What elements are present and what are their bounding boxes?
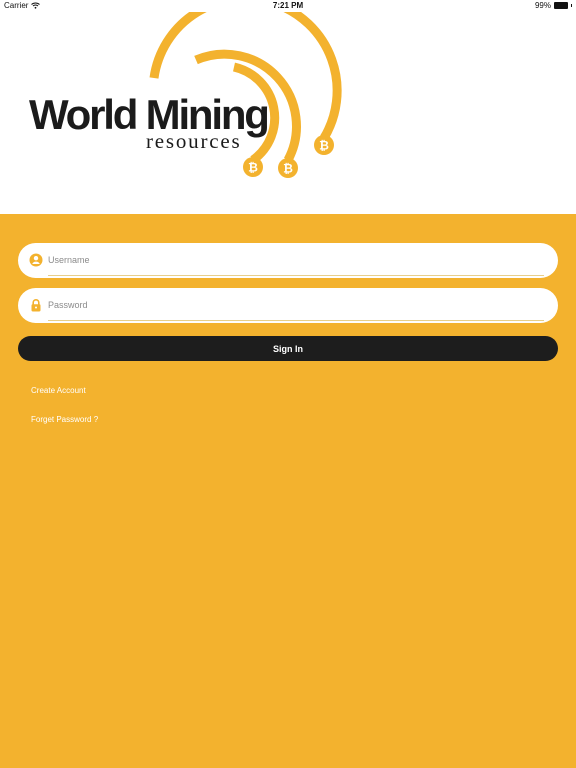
- username-input[interactable]: [48, 247, 538, 273]
- logo-subtitle: resources: [146, 129, 242, 153]
- battery-icon: [554, 2, 568, 9]
- bitcoin-symbol: ₿: [319, 139, 329, 153]
- clock: 7:21 PM: [272, 1, 304, 10]
- password-input[interactable]: [48, 292, 538, 318]
- login-panel: Sign In Create Account Forget Password ?: [0, 214, 576, 768]
- password-underline: [48, 320, 544, 321]
- status-right: 99%: [535, 1, 572, 10]
- bitcoin-symbol: ₿: [248, 161, 258, 175]
- battery-fill: [555, 3, 567, 8]
- status-bar: Carrier 7:21 PM 99%: [0, 0, 576, 12]
- battery-tip: [571, 4, 572, 7]
- create-account-link[interactable]: Create Account: [31, 386, 86, 395]
- username-underline: [48, 275, 544, 276]
- username-field[interactable]: [18, 243, 558, 278]
- lock-icon: [31, 299, 41, 312]
- battery-percent: 99%: [534, 1, 551, 10]
- password-field[interactable]: [18, 288, 558, 323]
- bitcoin-symbol: ₿: [283, 162, 293, 176]
- forgot-password-link[interactable]: Forget Password ?: [31, 415, 98, 424]
- logo-area: ₿ ₿ ₿ World Mining resources: [0, 12, 576, 214]
- sign-in-button[interactable]: Sign In: [18, 336, 558, 361]
- user-circle-icon: [29, 253, 43, 267]
